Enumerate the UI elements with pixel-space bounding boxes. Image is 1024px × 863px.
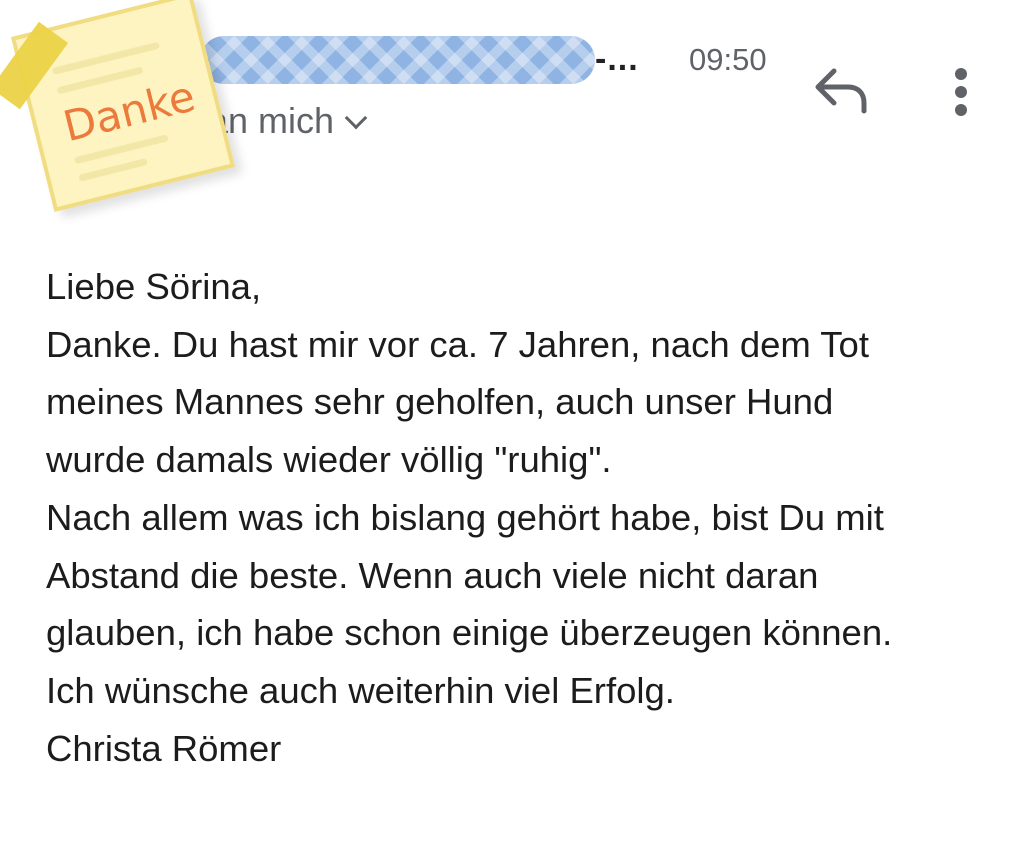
body-line: Ich wünsche auch weiterhin viel Erfolg. <box>46 669 675 711</box>
message-time: 09:50 <box>689 42 767 77</box>
email-header: -... 09:50 an mich Danke <box>0 0 1024 212</box>
redacted-sender-name <box>200 36 595 84</box>
reply-button[interactable] <box>810 65 872 117</box>
more-vert-icon-dot <box>955 104 967 116</box>
chevron-down-icon <box>344 106 368 130</box>
message-body: Liebe Sörina, Danke. Du hast mir vor ca.… <box>46 258 996 777</box>
body-line: Nach allem was ich bislang gehört habe, … <box>46 496 884 538</box>
body-line: Danke. Du hast mir vor ca. 7 Jahren, nac… <box>46 323 869 365</box>
sticky-line <box>51 41 161 76</box>
body-line: glauben, ich habe schon einige überzeuge… <box>46 612 893 654</box>
sender-name-truncated: -... <box>595 40 639 78</box>
danke-sticky-note-logo: Danke <box>0 0 236 212</box>
body-line: meines Mannes sehr geholfen, auch unser … <box>46 381 834 423</box>
body-line: wurde damals wieder völlig "ruhig". <box>46 439 612 481</box>
more-vert-icon-dot <box>955 86 967 98</box>
reply-icon <box>815 68 867 114</box>
greeting-line: Liebe Sörina, <box>46 266 262 307</box>
body-line: Abstand die beste. Wenn auch viele nicht… <box>46 554 819 596</box>
sender-line[interactable]: -... <box>200 36 670 86</box>
more-options-button[interactable] <box>940 62 980 122</box>
more-vert-icon <box>955 68 967 80</box>
signature-line: Christa Römer <box>46 727 282 769</box>
recipient-details-toggle[interactable]: an mich <box>208 100 368 142</box>
sticky-line <box>78 158 148 182</box>
